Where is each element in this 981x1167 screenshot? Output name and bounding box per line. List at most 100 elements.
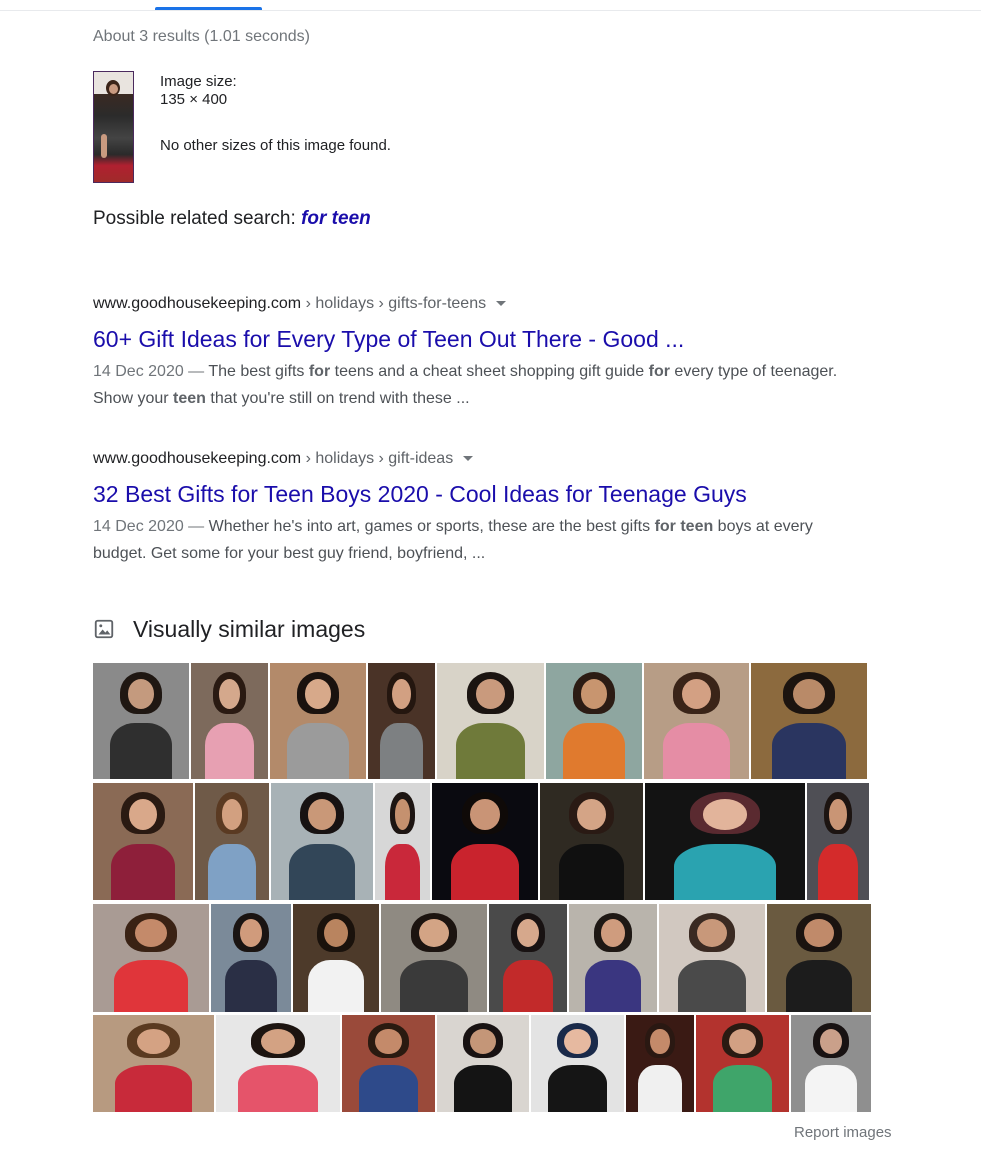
similar-images-row [93,904,871,1012]
tile-clothing [453,1065,513,1112]
similar-image[interactable] [93,904,209,1012]
result-snippet: 14 Dec 2020 — Whether he's into art, gam… [93,513,853,567]
tile-face [564,1028,591,1054]
tile-clothing [584,960,642,1012]
similar-image[interactable] [293,904,379,1012]
similar-image[interactable] [375,783,430,900]
related-search: Possible related search: for teen [93,208,371,230]
result-domain: www.goodhousekeeping.com [93,295,302,312]
tile-face [392,679,411,710]
similar-images-row [93,1015,871,1112]
similar-image[interactable] [807,783,869,900]
similar-image[interactable] [191,663,268,779]
tile-clothing [384,843,421,900]
result-url[interactable]: www.goodhousekeeping.com › holidays › gi… [93,449,853,469]
similar-image[interactable] [271,783,373,900]
result-date: 14 Dec 2020 — [93,518,209,535]
result-date: 14 Dec 2020 — [93,363,209,380]
image-info: Image size: 135 × 400 No other sizes of … [160,73,391,155]
similar-image[interactable] [93,663,189,779]
tile-clothing [662,723,731,779]
tile-face [323,919,349,948]
tile-clothing [380,723,423,779]
tile-face [221,799,243,830]
chevron-down-icon[interactable] [496,301,507,307]
tile-clothing [712,1065,773,1112]
similar-image[interactable] [751,663,867,779]
similar-image[interactable] [767,904,871,1012]
visually-similar-title: Visually similar images [133,615,366,642]
tile-clothing [208,843,256,900]
similar-image[interactable] [93,783,193,900]
result-path: › holidays › gifts-for-teens [301,295,487,312]
tile-clothing [456,723,525,779]
tile-face [650,1028,670,1054]
similar-image[interactable] [195,783,269,900]
similar-image[interactable] [644,663,749,779]
result-domain: www.goodhousekeeping.com [93,450,302,467]
active-tab-indicator [155,7,262,10]
tile-clothing [547,1065,608,1112]
tile-clothing [114,1065,193,1112]
tile-clothing [805,1065,857,1112]
similar-image[interactable] [432,783,538,900]
tile-clothing [287,723,349,779]
similar-image[interactable] [381,904,487,1012]
tile-face [375,1028,402,1054]
similar-image[interactable] [211,904,291,1012]
tile-face [819,1028,843,1054]
result-path: › holidays › gift-ideas [301,450,454,467]
tile-clothing [204,723,255,779]
tile-face [697,919,727,948]
search-result: www.goodhousekeeping.com › holidays › gi… [93,449,853,567]
tile-clothing [308,960,364,1012]
similar-image[interactable] [791,1015,871,1112]
result-snippet: 14 Dec 2020 — The best gifts for teens a… [93,358,853,412]
tile-face [419,919,449,948]
tile-face [470,799,500,830]
similar-image[interactable] [489,904,567,1012]
tile-clothing [400,960,468,1012]
similar-image[interactable] [437,663,544,779]
tile-face [260,1028,296,1054]
similar-image[interactable] [216,1015,340,1112]
query-image-thumbnail[interactable] [93,71,134,183]
tile-clothing [673,843,777,900]
similar-image[interactable] [531,1015,624,1112]
thumbnail-face [109,84,118,94]
similar-image[interactable] [696,1015,789,1112]
tile-clothing [638,1065,682,1112]
tile-clothing [678,960,746,1012]
tile-clothing [225,960,277,1012]
similar-image[interactable] [569,904,657,1012]
chevron-down-icon[interactable] [463,456,474,462]
no-other-sizes-text: No other sizes of this image found. [160,137,391,154]
similar-image[interactable] [270,663,366,779]
similar-images-row [93,783,869,900]
tile-face [136,1028,171,1054]
tile-clothing [563,723,625,779]
result-title-link[interactable]: 60+ Gift Ideas for Every Type of Teen Ou… [93,324,853,354]
similar-image[interactable] [368,663,435,779]
image-icon [94,619,114,639]
report-images-link[interactable]: Report images [794,1124,892,1141]
similar-image[interactable] [342,1015,435,1112]
image-size-value: 135 × 400 [160,91,228,108]
similar-image[interactable] [540,783,643,900]
search-result: www.goodhousekeeping.com › holidays › gi… [93,294,853,412]
result-url[interactable]: www.goodhousekeeping.com › holidays › gi… [93,294,853,314]
tile-clothing [289,843,355,900]
tile-face [470,1028,496,1054]
tab-bar-divider [0,10,981,11]
tile-face [804,919,834,948]
similar-image[interactable] [626,1015,694,1112]
similar-image[interactable] [659,904,765,1012]
tile-face [129,799,157,830]
visually-similar-header: Visually similar images [93,613,365,645]
related-search-link[interactable]: for teen [301,208,371,229]
similar-image[interactable] [546,663,642,779]
similar-image[interactable] [645,783,805,900]
similar-image[interactable] [437,1015,529,1112]
result-title-link[interactable]: 32 Best Gifts for Teen Boys 2020 - Cool … [93,479,853,509]
similar-image[interactable] [93,1015,214,1112]
